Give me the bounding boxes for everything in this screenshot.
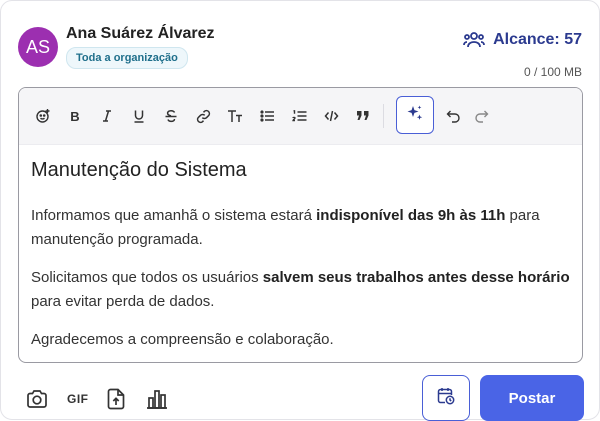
numbered-list-icon[interactable] bbox=[287, 104, 311, 128]
redo-icon[interactable] bbox=[469, 104, 493, 128]
editor-toolbar: B bbox=[19, 88, 582, 145]
bold-icon[interactable]: B bbox=[63, 104, 87, 128]
reach-indicator[interactable]: Alcance: 57 bbox=[463, 31, 582, 49]
gif-icon[interactable]: GIF bbox=[67, 387, 89, 411]
schedule-button[interactable] bbox=[422, 375, 470, 421]
calendar-clock-icon bbox=[437, 387, 455, 410]
quote-icon[interactable] bbox=[351, 104, 375, 128]
post-composer: AS Ana Suárez Álvarez Toda a organização… bbox=[0, 0, 600, 421]
paragraph-2: Solicitamos que todos os usuários salvem… bbox=[31, 269, 570, 310]
avatar[interactable]: AS bbox=[18, 27, 58, 67]
bullet-list-icon[interactable] bbox=[255, 104, 279, 128]
text-size-icon[interactable] bbox=[223, 104, 247, 128]
code-icon[interactable] bbox=[319, 104, 343, 128]
emoji-add-icon[interactable] bbox=[31, 104, 55, 128]
storage-usage: 0 / 100 MB bbox=[523, 65, 582, 79]
post-button[interactable]: Postar bbox=[480, 375, 584, 421]
poll-chart-icon[interactable] bbox=[146, 387, 168, 411]
paragraph-1: Informamos que amanhã o sistema estará i… bbox=[31, 207, 540, 248]
ai-assist-button[interactable] bbox=[396, 96, 434, 134]
italic-icon[interactable] bbox=[95, 104, 119, 128]
rich-text-editor[interactable]: B Manutenção do Sistema Informamos que a… bbox=[18, 87, 583, 363]
composer-header: AS Ana Suárez Álvarez Toda a organização… bbox=[18, 23, 582, 83]
link-icon[interactable] bbox=[191, 104, 215, 128]
toolbar-divider bbox=[383, 104, 384, 128]
strikethrough-icon[interactable] bbox=[159, 104, 183, 128]
paragraph-3: Agradecemos a compreensão e colaboração. bbox=[31, 331, 334, 348]
audience-badge[interactable]: Toda a organização bbox=[66, 47, 188, 69]
people-icon bbox=[463, 31, 485, 49]
undo-icon[interactable] bbox=[441, 104, 465, 128]
ai-sparkle-icon bbox=[406, 104, 424, 127]
upload-file-icon[interactable] bbox=[107, 387, 125, 411]
camera-icon[interactable] bbox=[26, 387, 48, 411]
author-name: Ana Suárez Álvarez bbox=[66, 25, 215, 42]
underline-icon[interactable] bbox=[127, 104, 151, 128]
svg-text:B: B bbox=[70, 109, 79, 123]
post-title: Manutenção do Sistema bbox=[31, 159, 247, 181]
editor-content[interactable]: Manutenção do Sistema Informamos que ama… bbox=[19, 145, 582, 352]
reach-label: Alcance: 57 bbox=[493, 31, 582, 48]
